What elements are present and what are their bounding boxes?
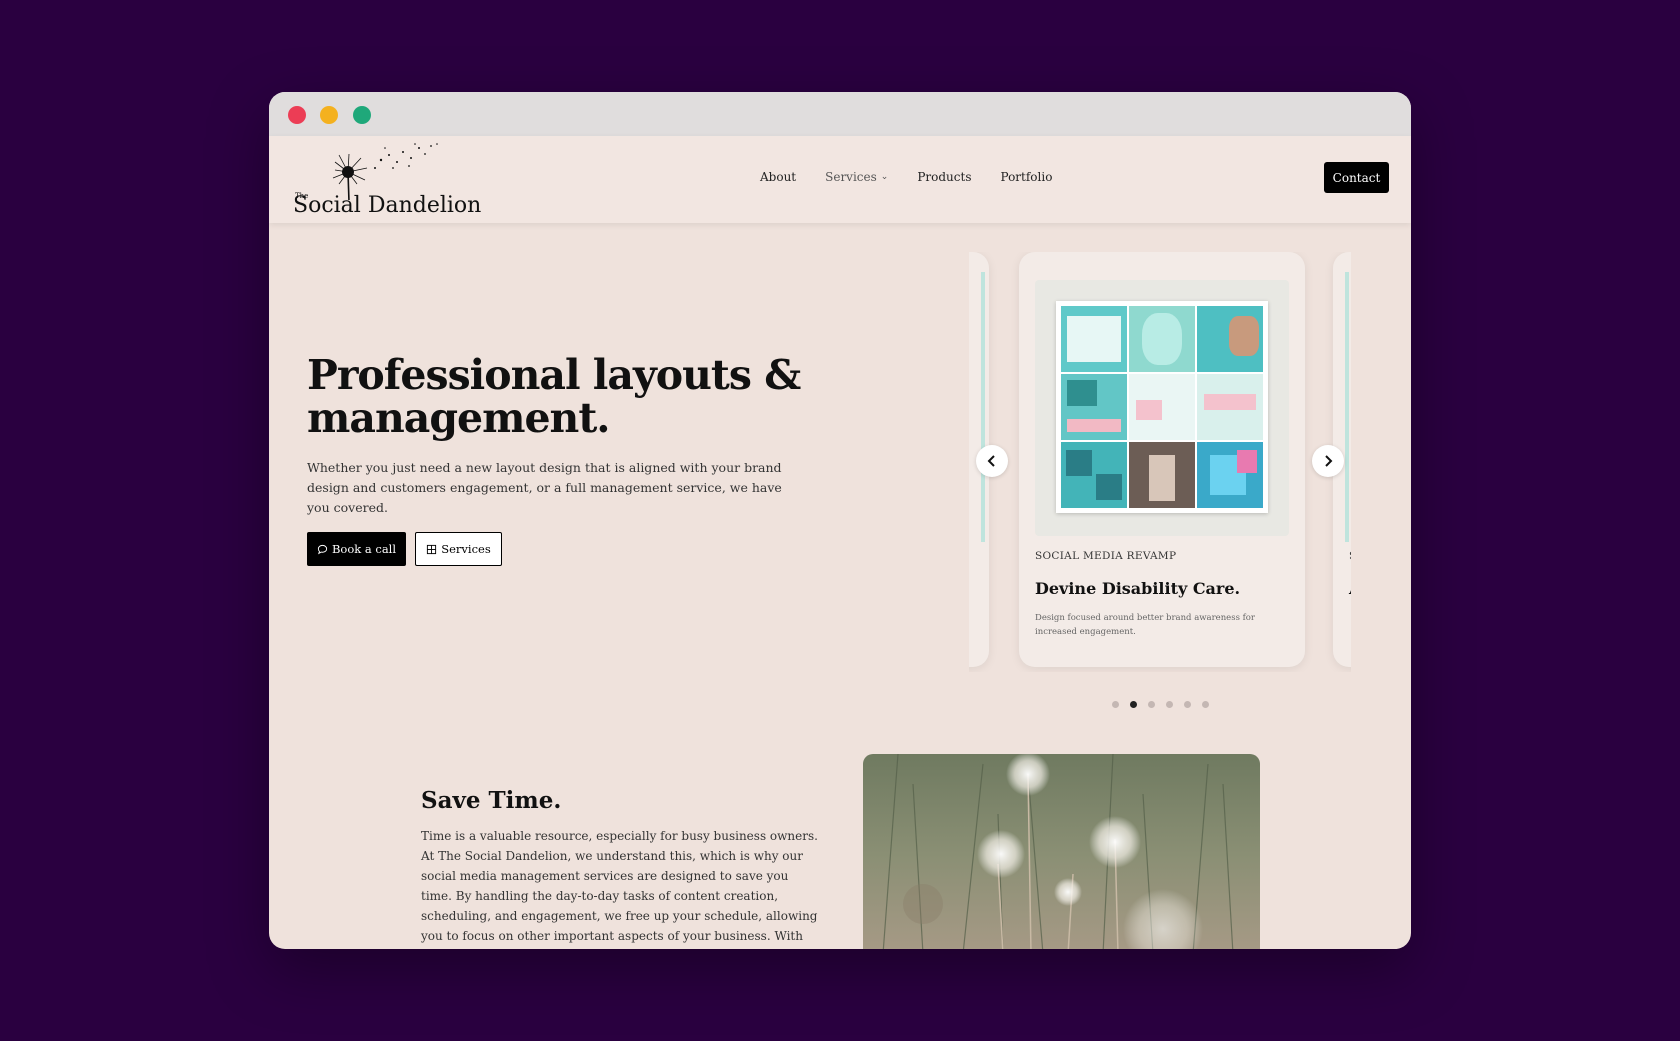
nav-services[interactable]: Services ⌄ — [825, 170, 888, 184]
minimize-window-button[interactable] — [320, 106, 338, 124]
nav-products[interactable]: Products — [917, 170, 971, 184]
grid-icon — [427, 544, 437, 554]
book-call-label: Book a call — [331, 542, 397, 556]
carousel-dot-3[interactable] — [1148, 701, 1155, 708]
card-category: SOCIAL MEDIA REVAMP — [1035, 550, 1177, 562]
carousel-dot-2[interactable] — [1130, 701, 1137, 708]
logo-wordmark: Social Dandelion — [293, 193, 482, 218]
card-image — [1035, 280, 1289, 536]
book-call-button[interactable]: Book a call — [307, 532, 406, 566]
carousel-dot-1[interactable] — [1112, 701, 1119, 708]
chevron-right-icon — [1325, 455, 1333, 467]
dandelion-photo-image — [863, 754, 1260, 949]
card-title: A — [1349, 579, 1351, 598]
card-image-edge — [1345, 272, 1349, 542]
carousel-pagination — [1112, 701, 1209, 708]
nav-services-label: Services — [825, 170, 877, 184]
nav-about[interactable]: About — [760, 170, 796, 184]
card-title: Devine Disability Care. — [1035, 579, 1241, 598]
card-description: Design focused around better brand aware… — [1035, 613, 1255, 637]
hero-subtitle: Whether you just need a new layout desig… — [307, 460, 782, 515]
dandelion-logo-icon — [332, 143, 438, 200]
chevron-left-icon — [987, 455, 995, 467]
save-time-heading: Save Time. — [421, 787, 562, 814]
carousel-next-button[interactable] — [1312, 445, 1344, 477]
services-button[interactable]: Services — [415, 532, 502, 566]
contact-button[interactable]: Contact — [1324, 162, 1389, 193]
chat-bubble-icon — [317, 544, 328, 554]
chevron-down-icon: ⌄ — [880, 172, 889, 182]
instagram-grid-preview — [1056, 301, 1268, 513]
portfolio-carousel: SOCIAL MEDIA REVAMP Devine Disability Ca… — [969, 252, 1351, 672]
close-window-button[interactable] — [288, 106, 306, 124]
save-time-body: Time is a valuable resource, especially … — [421, 829, 818, 943]
site-navbar: The Social Dandelion About Services ⌄ Pr… — [269, 136, 1411, 223]
main-nav: About Services ⌄ Products Portfolio — [760, 170, 1081, 184]
window-titlebar — [269, 92, 1411, 136]
carousel-dot-6[interactable] — [1202, 701, 1209, 708]
card-image-edge — [981, 272, 985, 542]
dandelion-field-photo — [863, 754, 1260, 949]
carousel-prev-button[interactable] — [976, 445, 1008, 477]
services-label: Services — [441, 542, 491, 556]
carousel-dot-4[interactable] — [1166, 701, 1173, 708]
hero-title: Professional layouts & management. — [307, 351, 801, 442]
carousel-card-active[interactable]: SOCIAL MEDIA REVAMP Devine Disability Ca… — [1019, 252, 1305, 667]
maximize-window-button[interactable] — [353, 106, 371, 124]
site-logo[interactable]: The Social Dandelion — [291, 140, 481, 220]
carousel-dot-5[interactable] — [1184, 701, 1191, 708]
nav-portfolio[interactable]: Portfolio — [1000, 170, 1052, 184]
card-category: S — [1349, 550, 1351, 562]
browser-window: The Social Dandelion About Services ⌄ Pr… — [269, 92, 1411, 949]
